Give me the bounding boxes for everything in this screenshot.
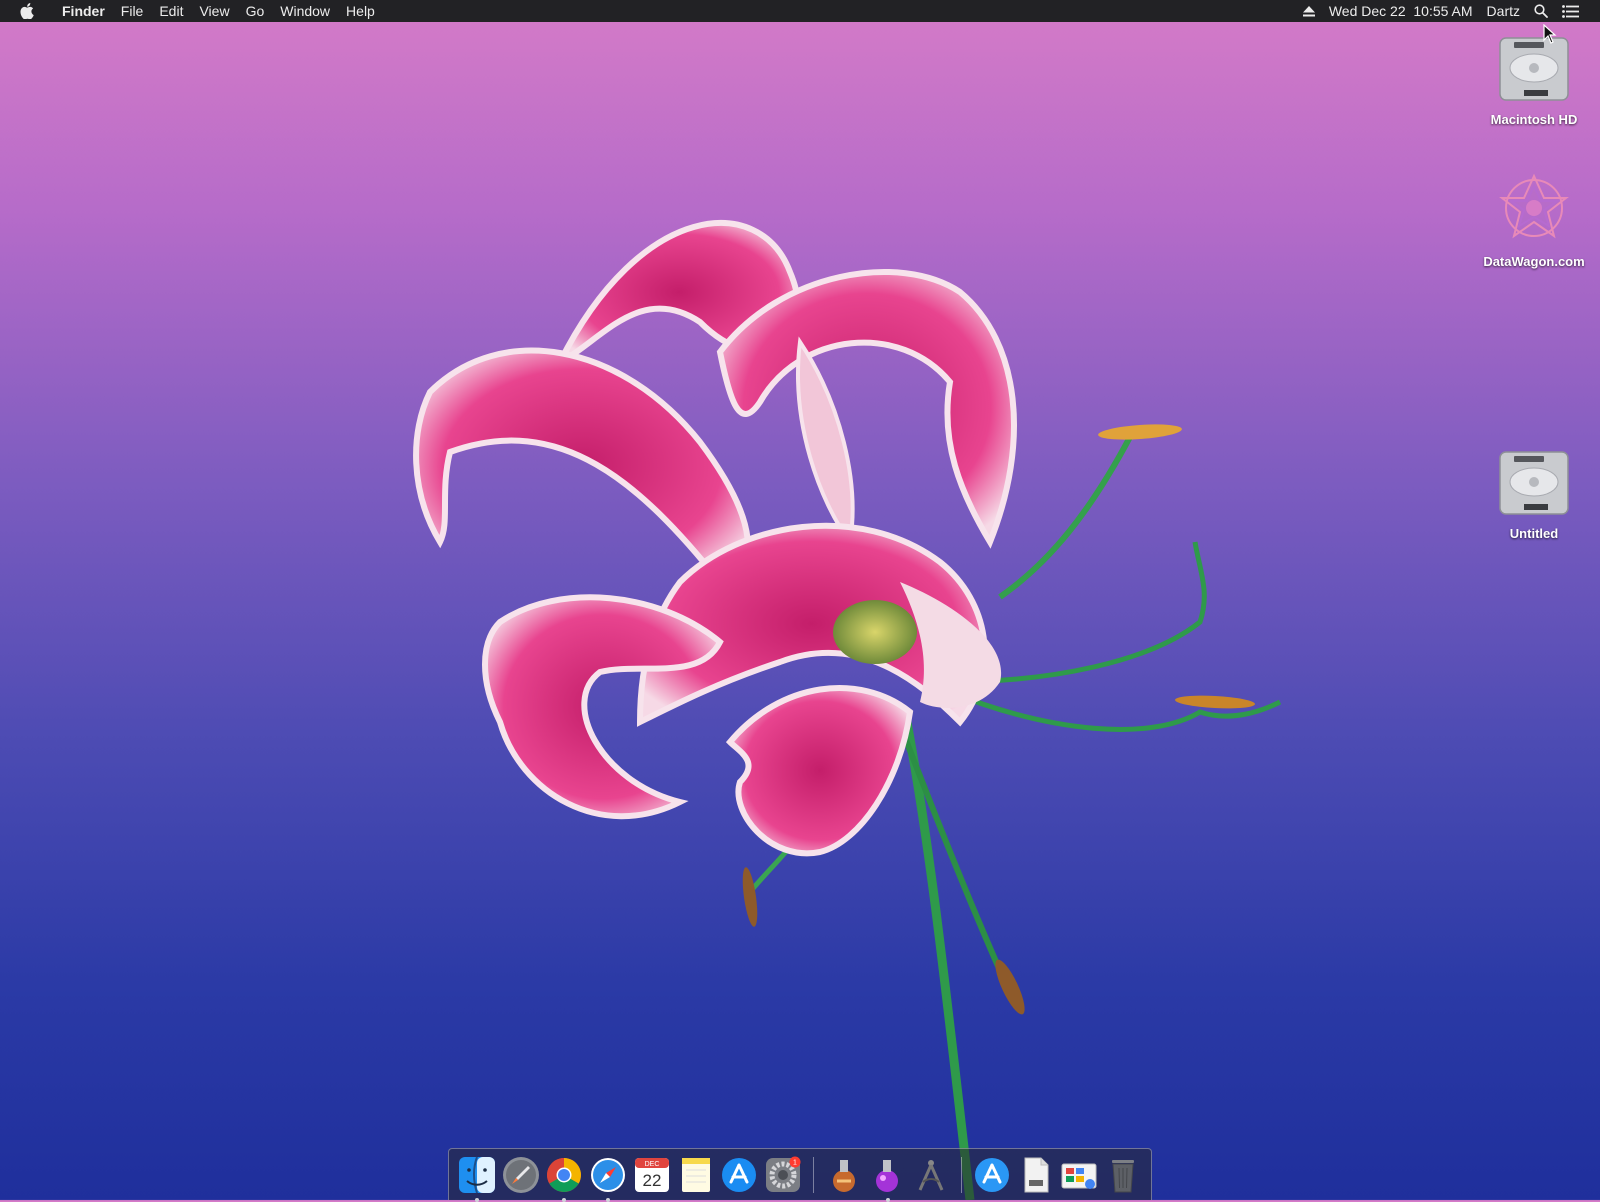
installer-purple-icon (876, 1159, 899, 1192)
dock-app-launchpad[interactable] (501, 1155, 541, 1195)
notification-center-button[interactable] (1555, 4, 1586, 18)
apple-icon (20, 3, 34, 19)
launchpad-rocket-icon (502, 1156, 539, 1193)
svg-text:DEC: DEC (644, 1161, 659, 1168)
menu-bar-right: Wed Dec 22 10:55 AM Dartz (1296, 0, 1600, 22)
svg-text:22: 22 (642, 1171, 661, 1190)
svg-text:1: 1 (793, 1159, 797, 1166)
dock-app-app-store[interactable] (719, 1155, 759, 1195)
menu-help[interactable]: Help (338, 0, 383, 22)
dock-app-system-preferences[interactable]: 1 (763, 1155, 803, 1195)
menu-edit[interactable]: Edit (151, 0, 191, 22)
desktop-icon-macintosh-hd[interactable]: Macintosh HD (1474, 30, 1594, 127)
installer-icon (832, 1159, 855, 1192)
menu-clock[interactable]: Wed Dec 22 10:55 AM (1322, 0, 1480, 22)
mouse-pointer-icon (1543, 24, 1557, 44)
desktop-icon-datawagon[interactable]: DataWagon.com (1474, 168, 1594, 269)
hard-drive-icon (1499, 451, 1569, 515)
trash-icon (1112, 1159, 1135, 1192)
dock-app-trash[interactable] (1103, 1155, 1143, 1195)
desktop-icon-untitled[interactable]: Untitled (1474, 444, 1594, 541)
datawagon-logo-icon (1499, 173, 1569, 239)
apple-menu[interactable] (0, 0, 54, 22)
menu-go[interactable]: Go (238, 0, 273, 22)
dock-separator (961, 1156, 963, 1193)
app-store-icon (974, 1157, 1009, 1192)
document-icon (1024, 1157, 1049, 1192)
gear-icon: 1 (766, 1156, 801, 1192)
dock-app-chrome-apps[interactable] (1060, 1155, 1100, 1195)
desktop-icon-label: Untitled (1509, 526, 1559, 541)
dock-app-chrome[interactable] (544, 1155, 584, 1202)
dock-app-safari[interactable] (588, 1155, 628, 1202)
dock: DEC 22 1 (448, 1148, 1152, 1202)
notes-icon (681, 1157, 710, 1192)
menu-view[interactable]: View (191, 0, 237, 22)
dock-app-finder[interactable] (457, 1155, 497, 1202)
spotlight-button[interactable] (1527, 4, 1555, 18)
menu-user[interactable]: Dartz (1480, 0, 1527, 22)
dock-app-install-macos[interactable] (824, 1155, 864, 1195)
notification-center-icon (1562, 4, 1579, 18)
safari-compass-icon (591, 1157, 626, 1192)
dock-app-app-store-folder[interactable] (972, 1155, 1012, 1195)
compass-tool-icon (918, 1159, 944, 1191)
dock-app-notes[interactable] (676, 1155, 716, 1195)
app-store-icon (722, 1157, 757, 1192)
menu-bar-left: Finder File Edit View Go Window Help (0, 0, 383, 22)
dock-app-installer[interactable] (868, 1155, 908, 1202)
menu-window[interactable]: Window (272, 0, 338, 22)
dock-app-document[interactable] (1016, 1155, 1056, 1195)
dock-app-utility[interactable] (911, 1155, 951, 1195)
eject-icon (1302, 5, 1315, 16)
finder-icon (458, 1156, 495, 1193)
menu-bar: Finder File Edit View Go Window Help Wed… (0, 0, 1600, 22)
wallpaper-flower-illustration (413, 220, 1282, 1200)
desktop-icon-label: DataWagon.com (1483, 254, 1585, 269)
menu-file[interactable]: File (113, 0, 152, 22)
chrome-icon (547, 1157, 582, 1192)
dock-separator (812, 1156, 814, 1193)
eject-menu-extra[interactable] (1296, 5, 1322, 17)
desktop-icon-label: Macintosh HD (1490, 112, 1578, 127)
spotlight-search-icon (1534, 4, 1548, 18)
chrome-apps-icon (1061, 1163, 1097, 1189)
dock-app-calendar[interactable]: DEC 22 (632, 1155, 672, 1195)
calendar-icon: DEC 22 (634, 1157, 669, 1192)
hard-drive-icon (1499, 37, 1569, 101)
menu-app-finder[interactable]: Finder (54, 0, 113, 22)
